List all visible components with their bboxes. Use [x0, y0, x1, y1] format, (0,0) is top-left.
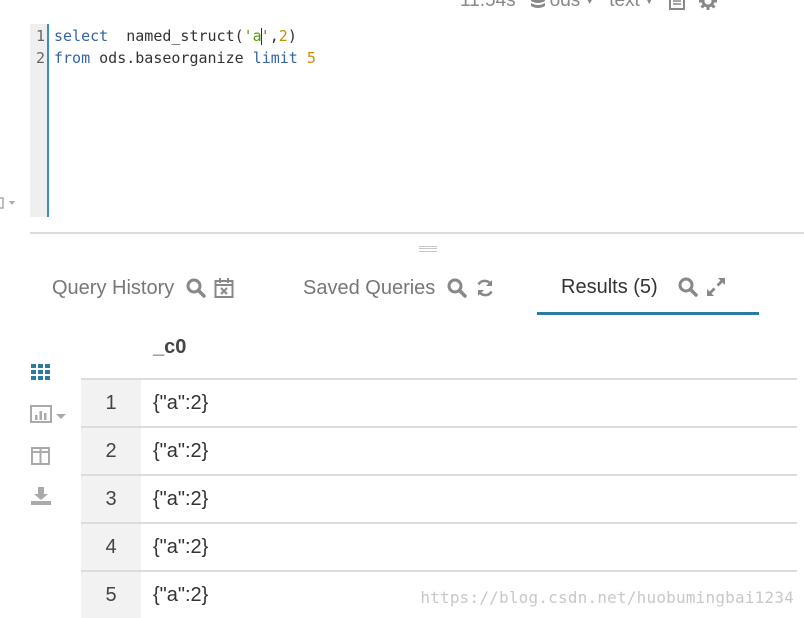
results-grid: _c0 1 {"a":2} 2 {"a":2} 3 {"a":2} 4 {"a"…	[81, 328, 797, 618]
function-name: named_struct(	[108, 27, 244, 45]
table-cell: {"a":2}	[153, 535, 209, 558]
table-row: 4 {"a":2}	[81, 524, 797, 572]
watermark-text: https://blog.csdn.net/huobumingbai1234	[420, 588, 794, 607]
number-literal: 5	[306, 49, 316, 67]
download-button[interactable]	[30, 486, 52, 511]
panel-collapse-toggle[interactable]	[0, 192, 24, 214]
table-row: 3 {"a":2}	[81, 476, 797, 524]
query-type-selector[interactable]: text ▼	[609, 0, 655, 12]
tab-label: Query History	[52, 276, 175, 299]
caret-down-icon	[54, 408, 68, 426]
bar-chart-icon	[30, 404, 52, 429]
row-index: 3	[81, 476, 141, 522]
resize-handle[interactable]	[419, 246, 437, 252]
table-cell: {"a":2}	[153, 439, 209, 462]
calendar-icon[interactable]	[214, 277, 234, 299]
collapse-caret-icon	[0, 197, 15, 209]
paren-close: )	[287, 27, 297, 45]
database-icon	[530, 0, 546, 9]
tab-saved-queries[interactable]: Saved Queries	[303, 262, 495, 314]
grid-icon	[30, 362, 52, 387]
grid-header: _c0	[81, 328, 797, 380]
database-name: ods	[549, 0, 581, 11]
row-index: 5	[81, 572, 141, 618]
table-cell: {"a":2}	[153, 391, 209, 414]
refresh-icon[interactable]	[475, 278, 495, 298]
tab-label: Saved Queries	[303, 276, 436, 299]
gear-icon	[698, 0, 717, 10]
table-row: 2 {"a":2}	[81, 428, 797, 476]
tab-query-history[interactable]: Query History	[52, 262, 234, 314]
results-tabs: Query History Saved Queries Results (5)	[36, 262, 804, 318]
expand-icon[interactable]	[706, 277, 726, 297]
code-line: select named_struct('a',2)	[54, 25, 316, 47]
row-index: 1	[81, 380, 141, 426]
row-index: 4	[81, 524, 141, 570]
line-number: 1	[35, 27, 45, 45]
number-literal: 2	[278, 27, 288, 45]
execution-time: 11.54s	[460, 0, 516, 12]
code-area[interactable]: select named_struct('a',2) from ods.base…	[54, 25, 316, 69]
search-icon[interactable]	[678, 277, 698, 297]
column-header[interactable]: _c0	[153, 336, 186, 359]
grid-view-button[interactable]	[30, 362, 52, 387]
document-icon	[668, 0, 685, 10]
format-button[interactable]	[668, 0, 685, 10]
string-literal: 'a	[243, 27, 262, 45]
columns-icon	[30, 446, 52, 471]
keyword-select: select	[54, 27, 109, 45]
string-literal-close: '	[260, 27, 270, 45]
sql-editor[interactable]: 1 2 select named_struct('a',2) from ods.…	[30, 24, 804, 217]
chart-view-button[interactable]	[30, 404, 68, 429]
caret-down-icon: ▼	[584, 0, 596, 7]
database-selector[interactable]: ods ▼	[530, 0, 596, 12]
columns-toggle-button[interactable]	[30, 446, 52, 471]
settings-button[interactable]	[698, 0, 717, 10]
keyword-limit: limit	[252, 49, 298, 67]
table-name: ods.baseorganize	[90, 49, 253, 67]
keyword-from: from	[54, 49, 91, 67]
table-cell: {"a":2}	[153, 487, 209, 510]
execution-time-label: 11.54s	[460, 0, 516, 11]
editor-divider	[30, 232, 804, 234]
line-number-gutter: 1 2	[30, 24, 49, 217]
search-icon[interactable]	[447, 278, 468, 298]
table-row: 1 {"a":2}	[81, 380, 797, 428]
row-index: 2	[81, 428, 141, 474]
query-type-name: text	[609, 0, 640, 11]
caret-down-icon: ▼	[643, 0, 655, 7]
tab-label: Results (5)	[561, 275, 658, 298]
tab-results[interactable]: Results (5)	[537, 262, 759, 315]
search-icon[interactable]	[186, 278, 206, 298]
code-line: from ods.baseorganize limit 5	[54, 47, 316, 69]
table-cell: {"a":2}	[153, 583, 209, 606]
line-number: 2	[35, 49, 45, 67]
download-icon	[30, 486, 52, 511]
comma: ,	[269, 27, 279, 45]
editor-toolbar: 11.54s ods ▼ text ▼	[460, 0, 804, 12]
